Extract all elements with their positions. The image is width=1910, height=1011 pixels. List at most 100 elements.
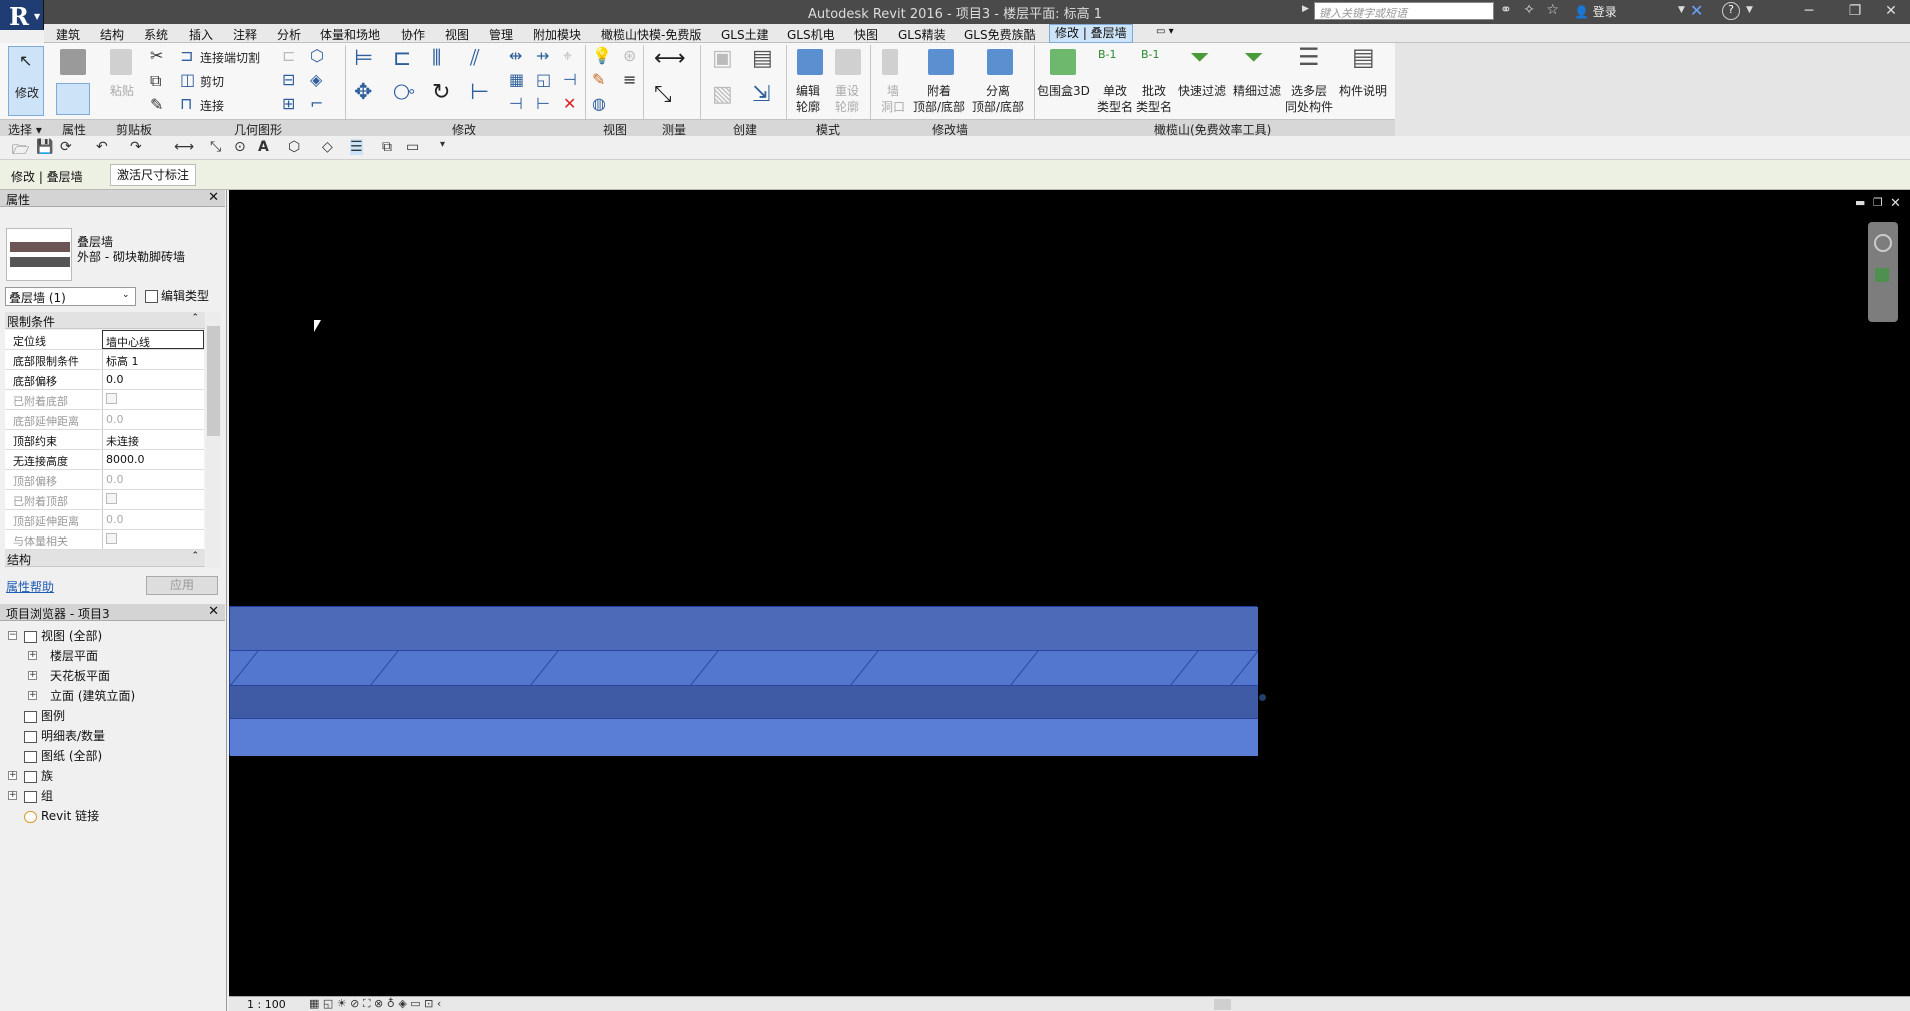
group-structure[interactable]: 结构 ⌃: [5, 550, 205, 567]
expand-toggle[interactable]: +: [8, 791, 17, 800]
tab-annotate[interactable]: 注释: [233, 26, 257, 43]
scrollbar-thumb[interactable]: [207, 326, 220, 436]
help-icon[interactable]: ?: [1722, 2, 1740, 20]
property-value[interactable]: 未连接: [102, 430, 204, 449]
rotate-icon[interactable]: ↻: [432, 82, 450, 104]
pin-icon[interactable]: ⊣: [563, 70, 577, 90]
paste-icon[interactable]: [110, 49, 132, 75]
tree-ceiling-plans[interactable]: 天花板平面: [50, 667, 110, 684]
multi-level-label[interactable]: 选多层 同处构件: [1285, 83, 1333, 115]
split-gap-icon[interactable]: ⇸: [536, 46, 549, 66]
property-checkbox[interactable]: [106, 533, 117, 544]
horizontal-scroll-thumb[interactable]: [1214, 999, 1231, 1010]
tab-structure[interactable]: 结构: [100, 26, 124, 43]
trim-extend-icon[interactable]: ⊢: [470, 82, 489, 104]
property-row[interactable]: 底部偏移 0.0: [5, 370, 204, 390]
cut-join-icon[interactable]: ⊐: [180, 46, 193, 66]
close-icon[interactable]: ✕: [208, 604, 219, 619]
batch-rename-label[interactable]: 批改 类型名: [1136, 83, 1172, 115]
tab-quick-drawing[interactable]: 快图: [854, 26, 878, 43]
join-label[interactable]: 连接: [200, 97, 224, 114]
fine-filter-label[interactable]: 精细过滤: [1233, 83, 1281, 99]
single-rename-label[interactable]: 单改 类型名: [1097, 83, 1133, 115]
apply-button[interactable]: 应用: [146, 576, 218, 595]
redo-icon[interactable]: ↷: [130, 139, 142, 155]
hide-isolate-icon[interactable]: 💡: [592, 46, 612, 66]
properties-help-link[interactable]: 属性帮助: [6, 578, 54, 595]
property-checkbox[interactable]: [106, 393, 117, 404]
minimize-button[interactable]: ─: [1786, 0, 1832, 24]
chevron-down-icon[interactable]: ⌄: [122, 290, 130, 300]
property-value[interactable]: 8000.0: [102, 450, 204, 469]
login-button[interactable]: 👤 登录: [1574, 3, 1617, 20]
match-properties-icon[interactable]: ✎: [150, 95, 163, 115]
copy-element-icon[interactable]: ⧂: [393, 82, 415, 104]
quick-filter-icon[interactable]: ⏷: [1190, 45, 1209, 69]
exchange-apps-icon[interactable]: ✕: [1690, 1, 1703, 20]
mirror-axis-icon[interactable]: ⫴: [432, 48, 441, 70]
tag-icon[interactable]: ⊙: [234, 139, 246, 155]
binoculars-icon[interactable]: ⚭: [1500, 2, 1512, 18]
favorites-star-icon[interactable]: ☆: [1546, 2, 1559, 18]
attach-top-base-icon[interactable]: [928, 49, 954, 75]
close-icon[interactable]: ✕: [208, 190, 219, 205]
drawing-canvas[interactable]: ▬ ❐ ✕: [229, 190, 1910, 996]
instance-filter-select[interactable]: 叠层墙 (1): [5, 287, 136, 306]
tab-massing-site[interactable]: 体量和场地: [320, 26, 380, 43]
component-description-icon[interactable]: ▤: [1352, 45, 1375, 69]
demolish-icon[interactable]: ⬡: [310, 46, 324, 66]
move-icon[interactable]: ✥: [354, 82, 372, 104]
wall-opening-label[interactable]: 墙 洞口: [881, 83, 905, 115]
linework-icon[interactable]: ≡: [623, 70, 636, 90]
tab-collaborate[interactable]: 协作: [401, 26, 425, 43]
thin-lines-icon[interactable]: ☰: [350, 139, 363, 155]
property-value[interactable]: 0.0: [102, 510, 204, 529]
property-value[interactable]: [102, 530, 204, 549]
delete-icon[interactable]: ✕: [563, 94, 576, 114]
tab-architecture[interactable]: 建筑: [56, 26, 80, 43]
tab-systems[interactable]: 系统: [144, 26, 168, 43]
property-value[interactable]: 墙中心线: [102, 330, 204, 349]
tab-manage[interactable]: 管理: [489, 26, 513, 43]
box-3d-icon[interactable]: [1050, 49, 1076, 75]
property-value[interactable]: 0.0: [102, 410, 204, 429]
expand-toggle[interactable]: +: [28, 691, 37, 700]
fine-filter-icon[interactable]: ⏷: [1244, 45, 1263, 69]
override-graphics-icon[interactable]: ✎: [592, 70, 605, 90]
property-row[interactable]: 无连接高度 8000.0: [5, 450, 204, 470]
property-row[interactable]: 顶部约束 未连接: [5, 430, 204, 450]
beam-column-join-icon[interactable]: ⊞: [282, 94, 295, 114]
application-menu-button[interactable]: R ▼: [0, 0, 44, 31]
section-icon[interactable]: ◇: [322, 139, 333, 155]
tree-elevations[interactable]: 立面 (建筑立面): [50, 687, 135, 704]
property-row[interactable]: 顶部延伸距离 0.0: [5, 510, 204, 530]
align-icon[interactable]: ⊨: [354, 48, 373, 70]
cut-join-label[interactable]: 连接端切割: [200, 49, 260, 66]
tab-analyze[interactable]: 分析: [277, 26, 301, 43]
detach-label[interactable]: 分离 顶部/底部: [972, 83, 1024, 115]
edit-type-button[interactable]: 编辑类型: [143, 286, 211, 305]
split-element-icon[interactable]: ⇹: [509, 46, 522, 66]
property-value[interactable]: 0.0: [102, 370, 204, 389]
box3d-label[interactable]: 包围盒3D: [1037, 83, 1090, 99]
aligned-dimension-icon[interactable]: ⤡: [654, 84, 672, 106]
view-display-icon[interactable]: ◍: [592, 94, 606, 114]
property-value[interactable]: 标高 1: [102, 350, 204, 369]
tab-gls-interior[interactable]: GLS精装: [898, 26, 946, 43]
activate-dimensions-button[interactable]: 激活尺寸标注: [110, 164, 197, 186]
close-hidden-icon[interactable]: ⧉: [382, 139, 392, 155]
property-row[interactable]: 顶部偏移 0.0: [5, 470, 204, 490]
trim-single-icon[interactable]: ⊢: [536, 94, 550, 114]
reset-profile-label[interactable]: 重设 轮廓: [835, 83, 859, 115]
dimension-qat-icon[interactable]: ⤡: [210, 139, 221, 155]
single-rename-icon[interactable]: B-1: [1098, 49, 1117, 61]
scale-icon[interactable]: ◱: [536, 70, 551, 90]
property-row[interactable]: 已附着顶部: [5, 490, 204, 510]
collapse-icon[interactable]: ⌃: [191, 551, 199, 561]
property-value[interactable]: [102, 390, 204, 409]
collapse-icon[interactable]: ⌃: [191, 313, 199, 323]
zoom-icon[interactable]: [1875, 268, 1889, 282]
tab-view[interactable]: 视图: [445, 26, 469, 43]
property-row[interactable]: 已附着底部: [5, 390, 204, 410]
expand-toggle[interactable]: +: [28, 651, 37, 660]
